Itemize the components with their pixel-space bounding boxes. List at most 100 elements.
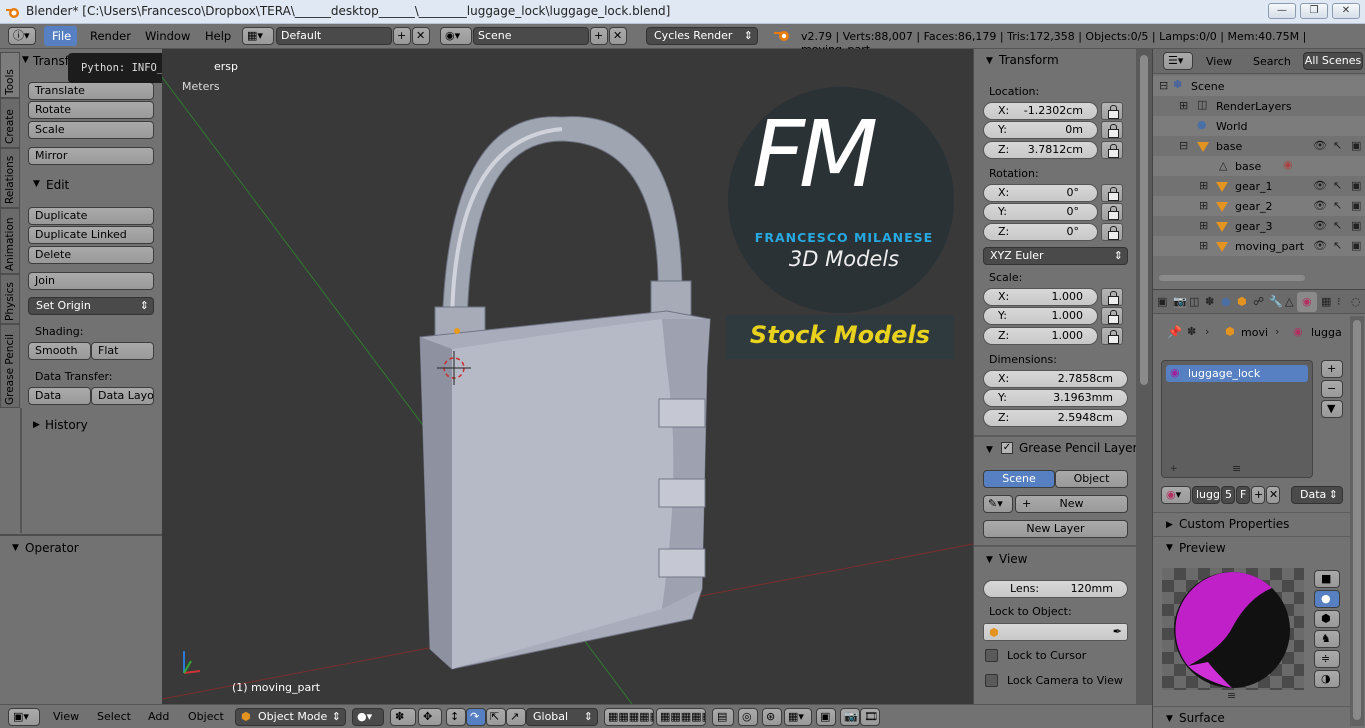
tab-physics[interactable]: Physics — [0, 274, 20, 324]
lock-rotation-z-icon[interactable] — [1101, 223, 1123, 241]
render-engine-select[interactable]: Cycles Render ⇕ — [646, 27, 758, 45]
snap-toggle-icon[interactable]: ⊛ — [762, 708, 782, 726]
lock-scale-x-icon[interactable] — [1101, 288, 1123, 306]
extra-manipulator-icon[interactable]: ↗ — [506, 708, 526, 726]
collapse-icon[interactable]: ⊟ — [1159, 80, 1168, 92]
gp-pencil-icon[interactable]: ✎▾ — [983, 495, 1013, 513]
particles-tab-icon[interactable]: ⁝ — [1337, 296, 1341, 308]
outliner-editor-type-icon[interactable]: ☰▾ — [1163, 52, 1193, 70]
layout-field[interactable]: Default — [276, 27, 392, 45]
smooth-button[interactable]: Smooth — [28, 342, 91, 360]
outliner-item-scene[interactable]: Scene — [1191, 80, 1225, 93]
gp-new-layer-button[interactable]: New Layer — [983, 520, 1128, 538]
expand-icon[interactable]: ⊞ — [1199, 180, 1208, 192]
footer-select-menu[interactable]: Select — [97, 710, 131, 723]
collapse-icon[interactable]: ⊟ — [1179, 140, 1188, 152]
scale-button[interactable]: Scale — [28, 121, 154, 139]
flat-button[interactable]: Flat — [91, 342, 154, 360]
material-link-select[interactable]: Data ⇕ — [1291, 486, 1343, 504]
expand-icon[interactable]: ⊞ — [1199, 240, 1208, 252]
dimension-z-field[interactable]: Z: 2.5948cm — [983, 409, 1128, 427]
eyedropper-icon[interactable]: ✒ — [1113, 625, 1122, 638]
layers-grid-2-icon[interactable]: ▦▦▦▦▦ — [656, 708, 706, 726]
opengl-animation-icon[interactable]: 🎞 — [860, 708, 880, 726]
scene-field[interactable]: Scene — [473, 27, 589, 45]
location-x-field[interactable]: X: -1.2302cm — [983, 102, 1098, 120]
visibility-eye-icon[interactable]: 👁 — [1313, 140, 1327, 152]
rotation-x-field[interactable]: X: 0° — [983, 184, 1098, 202]
fake-user-toggle[interactable]: F — [1236, 486, 1250, 504]
lock-scale-y-icon[interactable] — [1101, 307, 1123, 325]
editor-type-info-icon[interactable]: ⓘ▾ — [8, 27, 36, 45]
menu-help[interactable]: Help — [205, 29, 231, 43]
add-scene-icon[interactable]: + — [590, 27, 608, 45]
add-layout-icon[interactable]: + — [393, 27, 411, 45]
lock-location-z-icon[interactable] — [1101, 141, 1123, 159]
preview-flat-icon[interactable]: ■ — [1314, 570, 1340, 588]
viewport-shading-select[interactable]: ●▾ — [352, 708, 384, 726]
preview-hair-icon[interactable]: ≑ — [1314, 650, 1340, 668]
proportional-edit-icon[interactable]: ◎ — [738, 708, 758, 726]
data-tab-icon[interactable]: △ — [1285, 296, 1293, 308]
n-panel-scrollbar-track[interactable] — [1136, 49, 1152, 704]
pivot-point-icon[interactable]: ✽ — [390, 708, 416, 726]
mirror-button[interactable]: Mirror — [28, 147, 154, 165]
surface-header[interactable]: Surface — [1179, 711, 1225, 725]
lock-rotation-y-icon[interactable] — [1101, 203, 1123, 221]
menu-window[interactable]: Window — [145, 29, 190, 43]
outliner-item-base[interactable]: base — [1216, 140, 1242, 153]
scale-x-field[interactable]: X: 1.000 — [983, 288, 1098, 306]
manipulator-toggle-icon[interactable]: ✥ — [418, 708, 442, 726]
select-arrow-icon[interactable]: ↖ — [1333, 200, 1342, 212]
select-arrow-icon[interactable]: ↖ — [1333, 180, 1342, 192]
minimize-button[interactable]: — — [1268, 3, 1296, 19]
scale-manipulator-icon[interactable]: ⇱ — [486, 708, 506, 726]
duplicate-linked-button[interactable]: Duplicate Linked — [28, 226, 154, 244]
outliner-item-gear-1[interactable]: gear_1 — [1235, 180, 1273, 193]
lock-rotation-x-icon[interactable] — [1101, 184, 1123, 202]
data-button[interactable]: Data — [28, 387, 91, 405]
visibility-eye-icon[interactable]: 👁 — [1313, 220, 1327, 232]
visibility-eye-icon[interactable]: 👁 — [1313, 240, 1327, 252]
expand-icon[interactable]: ⊞ — [1179, 100, 1188, 112]
render-tab-icon[interactable]: 📷 — [1173, 296, 1187, 308]
preview-sky-icon[interactable]: ◑ — [1314, 670, 1340, 688]
n-panel-scrollbar-thumb[interactable] — [1140, 55, 1148, 385]
3d-viewport[interactable]: ersp Meters FM FRANCESCO MILANESE 3D Mod… — [162, 49, 973, 704]
scene-tab-icon[interactable]: ✽ — [1205, 296, 1214, 308]
remove-slot-button[interactable]: − — [1321, 380, 1343, 398]
footer-add-menu[interactable]: Add — [148, 710, 169, 723]
list-resize-icon[interactable]: ≡ — [1232, 463, 1241, 475]
translate-button[interactable]: Translate — [28, 82, 154, 100]
lock-cursor-checkbox[interactable] — [985, 649, 998, 662]
menu-file[interactable]: File — [52, 29, 71, 43]
modifiers-tab-icon[interactable]: 🔧 — [1269, 296, 1283, 308]
rotation-z-field[interactable]: Z: 0° — [983, 223, 1098, 241]
outliner-item-moving-part[interactable]: moving_part — [1235, 240, 1304, 253]
render-camera-icon[interactable]: ▣ — [1351, 140, 1361, 152]
expand-icon[interactable]: ⊞ — [1199, 220, 1208, 232]
resize-grip-icon[interactable]: + — [1170, 463, 1178, 475]
preview-monkey-icon[interactable]: ♞ — [1314, 630, 1340, 648]
render-camera-icon[interactable]: ▣ — [1351, 240, 1361, 252]
preview-sphere-icon[interactable]: ● — [1314, 590, 1340, 608]
pin-icon[interactable]: 📌 — [1167, 326, 1182, 338]
scene-icon[interactable]: ◉▾ — [440, 27, 472, 45]
physics-tab-icon[interactable]: ◌ — [1351, 296, 1361, 308]
lens-field[interactable]: Lens: 120mm — [983, 580, 1128, 598]
material-slot-list[interactable]: ◉ luggage_lock + ≡ — [1161, 360, 1313, 478]
tab-animation[interactable]: Animation — [0, 208, 20, 274]
material-slot-row[interactable]: ◉ luggage_lock — [1166, 365, 1308, 382]
lock-location-y-icon[interactable] — [1101, 121, 1123, 139]
menu-render[interactable]: Render — [90, 29, 131, 43]
gp-scene-tab[interactable]: Scene — [983, 470, 1055, 488]
select-arrow-icon[interactable]: ↖ — [1333, 240, 1342, 252]
n-transform-header[interactable]: Transform — [999, 53, 1059, 67]
expand-icon[interactable]: ⊞ — [1199, 200, 1208, 212]
unlink-material-button[interactable]: ✕ — [1266, 486, 1280, 504]
lock-object-field[interactable]: ⬢ ✒ — [983, 623, 1128, 641]
footer-object-menu[interactable]: Object — [188, 710, 224, 723]
view-panel-header[interactable]: View — [999, 552, 1027, 566]
snap-element-icon[interactable]: ▦▾ — [784, 708, 812, 726]
snap-target-icon[interactable]: ▣ — [816, 708, 836, 726]
